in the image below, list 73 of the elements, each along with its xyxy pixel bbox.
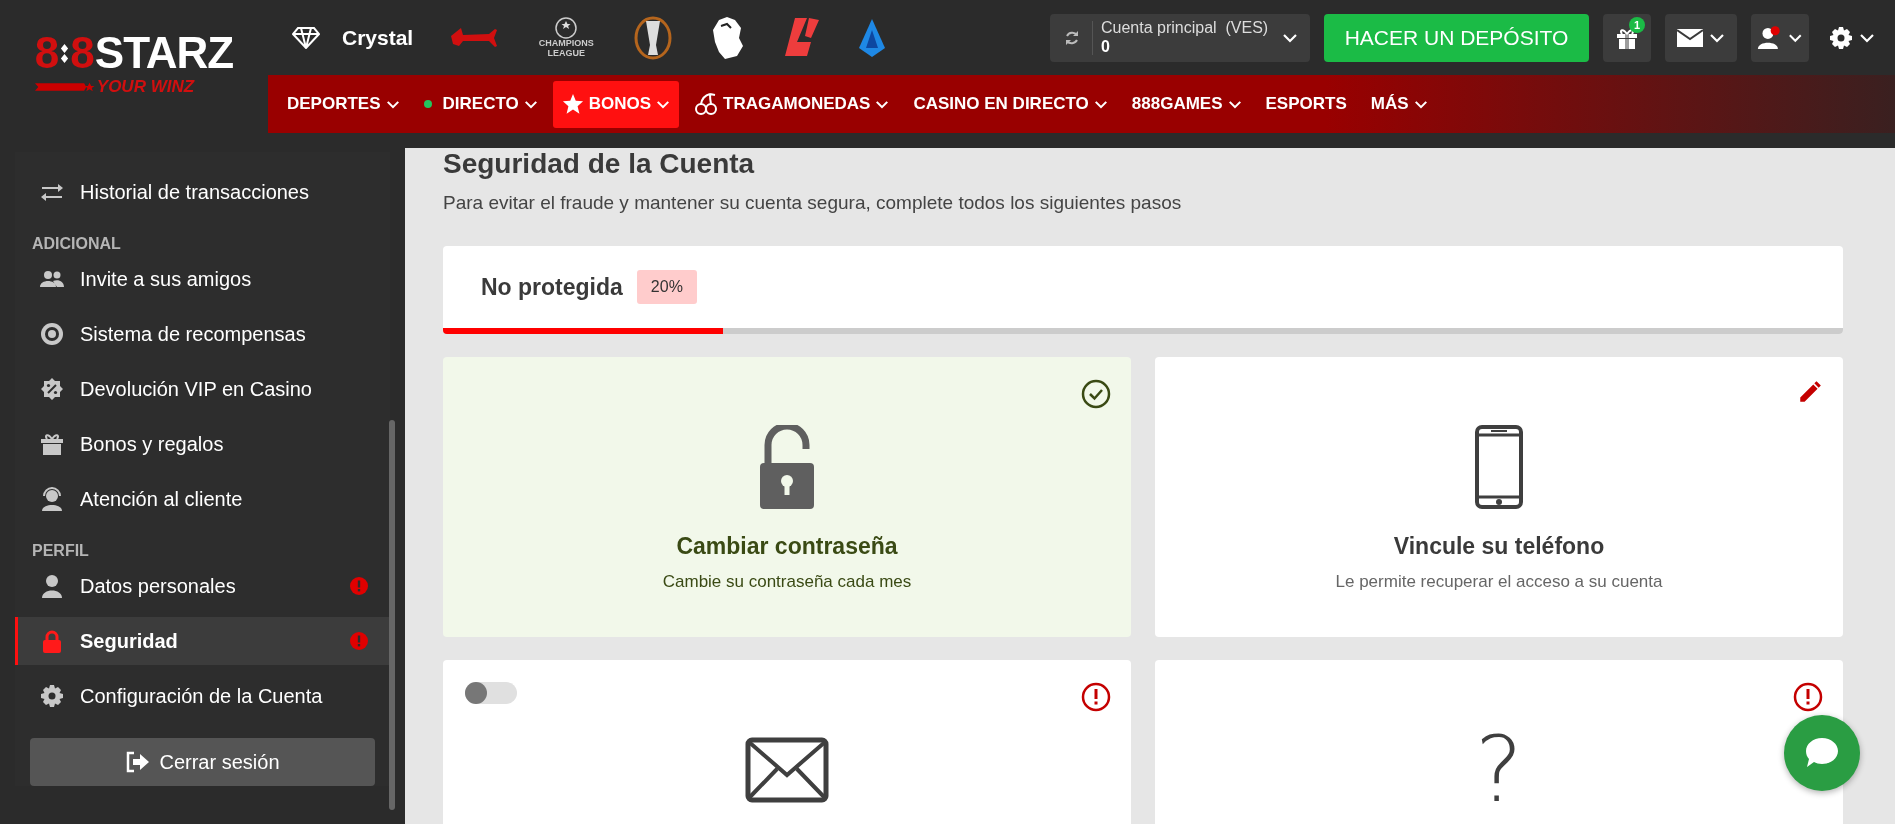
sidebar-item[interactable]: Devolución VIP en Casino bbox=[15, 365, 390, 413]
sidebar-item[interactable]: Datos personales bbox=[15, 562, 390, 610]
section-heading: ADICIONAL bbox=[31, 234, 122, 254]
user-icon bbox=[40, 574, 64, 598]
logo-tagline: YOUR WINZ bbox=[96, 77, 195, 97]
sidebar-item[interactable]: Seguridad bbox=[15, 617, 390, 665]
question-mark: ? bbox=[1475, 728, 1523, 812]
sidebar-item[interactable]: Configuración de la Cuenta bbox=[15, 672, 390, 720]
toggle-switch[interactable] bbox=[465, 682, 517, 704]
security-card[interactable]: Cambiar contraseña Cambie su contraseña cada mes bbox=[443, 357, 1131, 637]
messages-button[interactable] bbox=[1665, 13, 1737, 62]
nav-tab[interactable]: BONOS bbox=[552, 80, 680, 128]
star-icon bbox=[561, 93, 584, 115]
live-dot-icon bbox=[423, 100, 432, 108]
scrollbar[interactable] bbox=[389, 420, 395, 810]
lock-icon bbox=[40, 629, 64, 653]
card-description: Cambie su contraseña cada mes bbox=[662, 572, 912, 592]
diamond-icon bbox=[60, 42, 70, 64]
nav-tab[interactable]: DEPORTES bbox=[278, 80, 409, 128]
chevron-down-icon bbox=[1859, 32, 1875, 43]
card-description: Le permite recuperar el acceso a su cuenta bbox=[1335, 572, 1663, 592]
nav-tab[interactable]: MÁS bbox=[1361, 80, 1437, 128]
gear-icon bbox=[40, 684, 64, 708]
percent-badge-icon bbox=[40, 377, 64, 401]
page-subtitle: Para evitar el fraude y mantener su cuenta segura, complete todos los siguientes pasos bbox=[443, 192, 1183, 214]
trophy-icon[interactable] bbox=[633, 14, 674, 61]
sidebar-item[interactable]: Invite a sus amigos bbox=[15, 255, 390, 303]
logout-button[interactable]: Cerrar sesión bbox=[30, 738, 375, 786]
section-heading: PERFIL bbox=[31, 541, 90, 561]
chat-bubble-icon bbox=[1804, 736, 1840, 770]
chevron-down-icon bbox=[1282, 32, 1298, 43]
nav-tab[interactable]: 888GAMES bbox=[1122, 80, 1251, 128]
pencil-icon[interactable] bbox=[1797, 379, 1823, 405]
logo[interactable]: 8 8STARZ YOUR WINZ bbox=[34, 31, 234, 97]
league-logo[interactable]: CHAMPIONS LEAGUE bbox=[535, 17, 598, 58]
cherry-icon bbox=[694, 92, 719, 116]
logo-mark: 8 bbox=[70, 31, 95, 75]
logo-mark: 8 bbox=[34, 31, 60, 75]
nav-tab[interactable]: ESPORTS bbox=[1256, 80, 1356, 128]
smartphone-icon bbox=[1475, 425, 1523, 509]
user-menu-button[interactable] bbox=[1751, 13, 1809, 62]
settings-icon bbox=[1829, 25, 1853, 50]
gift-icon bbox=[40, 432, 64, 456]
diamond-icon bbox=[292, 26, 320, 49]
chevron-down-icon bbox=[1788, 32, 1803, 43]
protection-status: No protegida bbox=[481, 273, 623, 301]
sidebar-item[interactable]: Historial de transacciones bbox=[15, 168, 390, 216]
chevron-down-icon bbox=[1709, 32, 1725, 43]
sidebar-item[interactable]: Sistema de recompensas bbox=[15, 310, 390, 358]
account-label: Cuenta principal (VES) bbox=[1101, 19, 1269, 38]
refresh-icon bbox=[1064, 29, 1080, 46]
envelope-icon bbox=[1677, 28, 1703, 47]
notification-badge: 1 bbox=[1629, 16, 1645, 33]
user-icon bbox=[1757, 24, 1783, 51]
card-title: Vincule su teléfono bbox=[1393, 533, 1605, 560]
nav-tab[interactable]: CASINO EN DIRECTO bbox=[904, 80, 1117, 128]
card-title: Cambiar contraseña bbox=[676, 533, 898, 560]
logo-name: STARZ bbox=[94, 31, 234, 75]
security-card[interactable]: ? bbox=[1155, 660, 1843, 824]
account-selector[interactable]: Cuenta principal (VES) 0 bbox=[1050, 13, 1310, 62]
unlocked-padlock-icon bbox=[758, 425, 816, 509]
shield-icon[interactable] bbox=[857, 17, 888, 58]
sidebar-item[interactable]: Bonos y regalos bbox=[15, 420, 390, 468]
percent-tag: 20% bbox=[636, 270, 697, 304]
nav-tab[interactable]: DIRECTO bbox=[414, 80, 547, 128]
page-title: Seguridad de la Cuenta bbox=[443, 148, 756, 180]
nav-tab[interactable]: TRAGAMONEDAS bbox=[685, 80, 899, 128]
security-card[interactable]: Vincule su teléfono Le permite recuperar el acceso a su cuenta bbox=[1155, 357, 1843, 637]
coin-icon bbox=[40, 322, 64, 346]
headset-user-icon bbox=[40, 487, 64, 511]
account-balance: 0 bbox=[1101, 37, 1110, 56]
sidebar-item[interactable]: Atención al cliente bbox=[15, 475, 390, 523]
crystal-link[interactable]: Crystal bbox=[292, 25, 414, 50]
